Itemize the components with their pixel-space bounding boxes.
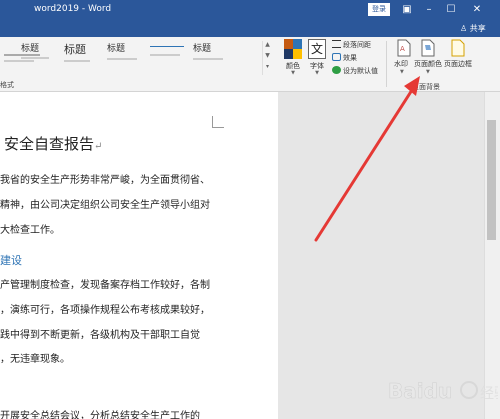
document-line: 开展安全总结会议，分析总结安全生产工作的 bbox=[0, 411, 200, 419]
paragraph-mark-icon: ↵ bbox=[94, 141, 103, 152]
ribbon-display-icon[interactable]: ▣ bbox=[400, 2, 414, 18]
style-item[interactable]: 标题 bbox=[189, 40, 235, 76]
style-preview-line bbox=[64, 60, 90, 62]
watermark-label: 水印 bbox=[394, 60, 408, 68]
style-preview-line bbox=[107, 58, 137, 60]
dropdown-arrow-icon: ▼ bbox=[400, 69, 404, 75]
maximize-icon[interactable]: ☐ bbox=[444, 2, 458, 18]
person-icon: ♙ bbox=[460, 24, 468, 33]
svg-text:经验: 经验 bbox=[480, 386, 498, 402]
paragraph-spacing-icon bbox=[332, 40, 341, 48]
share-button[interactable]: ♙ 共享 bbox=[460, 23, 486, 34]
page-color-button[interactable]: 页面颜色 ▼ bbox=[413, 39, 443, 83]
font-icon: 文 bbox=[308, 39, 326, 59]
watermark-button[interactable]: A 水印 ▼ bbox=[392, 39, 414, 83]
ribbon: 标题 标题 标题 标题 ▲ ▼ ▾ 格式 颜色 ▼ 文 字体 ▼ 段落间距 效果… bbox=[0, 37, 500, 92]
document-line: 大检查工作。 bbox=[0, 225, 60, 236]
paragraph-spacing-button[interactable]: 段落间距 bbox=[332, 40, 371, 52]
color-swatch bbox=[293, 39, 302, 49]
style-preview-line bbox=[21, 57, 49, 59]
design-options: 段落间距 效果 设为默认值 bbox=[332, 40, 382, 78]
scroll-down-icon[interactable]: ▼ bbox=[263, 52, 272, 63]
window-title: word2019 - Word bbox=[34, 4, 112, 14]
style-preview-line bbox=[150, 54, 180, 56]
style-item[interactable]: 标题 bbox=[17, 40, 63, 76]
dropdown-arrow-icon: ▼ bbox=[426, 69, 430, 75]
document-line: 我省的安全生产形势非常严峻，为全面贯彻省、 bbox=[0, 175, 210, 186]
style-gallery: 标题 标题 标题 标题 bbox=[0, 40, 256, 76]
scroll-up-icon[interactable]: ▲ bbox=[263, 41, 272, 52]
group-label-page-background: 页面背景 bbox=[412, 83, 440, 91]
document-line: 践中得到不断更新，各级机构及干部职工自觉 bbox=[0, 330, 200, 341]
document-title: 安全自查报告↵ bbox=[4, 133, 102, 154]
document-line: 精神，由公司决定组织公司安全生产领导小组对 bbox=[0, 200, 210, 211]
page-color-icon bbox=[421, 39, 435, 57]
document-title-text: 安全自查报告 bbox=[4, 135, 95, 153]
page-border-button[interactable]: 页面边框 bbox=[444, 39, 474, 83]
more-icon[interactable]: ▾ bbox=[263, 63, 272, 74]
group-separator bbox=[386, 41, 387, 87]
checkmark-icon bbox=[332, 66, 341, 74]
effects-label: 效果 bbox=[343, 54, 357, 62]
fonts-button[interactable]: 文 字体 ▼ bbox=[306, 39, 328, 77]
style-label: 标题 bbox=[107, 44, 126, 54]
margin-corner-mark bbox=[212, 116, 224, 128]
login-button[interactable]: 登录 bbox=[368, 3, 390, 16]
page-border-label: 页面边框 bbox=[444, 60, 472, 68]
style-label: 标题 bbox=[21, 44, 40, 54]
dropdown-arrow-icon: ▼ bbox=[291, 70, 295, 76]
ribbon-tab-row: ♙ 共享 bbox=[0, 20, 500, 37]
gallery-scroll[interactable]: ▲ ▼ ▾ bbox=[262, 41, 272, 75]
document-heading: 建设 bbox=[0, 254, 22, 267]
svg-text:Baidu: Baidu bbox=[388, 379, 452, 403]
set-default-button[interactable]: 设为默认值 bbox=[332, 66, 378, 78]
color-swatch bbox=[284, 49, 293, 59]
scrollbar-thumb[interactable] bbox=[487, 120, 496, 240]
style-preview-line bbox=[193, 58, 223, 60]
share-label: 共享 bbox=[469, 24, 486, 33]
set-default-label: 设为默认值 bbox=[343, 67, 378, 75]
style-preview-line bbox=[150, 46, 184, 47]
style-label: 标题 bbox=[64, 43, 86, 56]
baidu-watermark-logo: Baidu 经验 bbox=[388, 379, 498, 404]
watermark-icon: A bbox=[397, 39, 411, 57]
close-icon[interactable]: ✕ bbox=[470, 2, 484, 18]
page-color-label: 页面颜色 bbox=[414, 60, 442, 68]
style-label: 标题 bbox=[193, 44, 212, 54]
effects-button[interactable]: 效果 bbox=[332, 53, 357, 65]
page-border-icon bbox=[451, 39, 465, 57]
svg-text:A: A bbox=[400, 45, 405, 53]
title-bar: word2019 - Word 登录 ▣ – ☐ ✕ bbox=[0, 0, 500, 20]
document-line: ，演练可行，各项操作规程公布考核成果较好， bbox=[0, 305, 210, 316]
colors-button[interactable]: 颜色 ▼ bbox=[282, 39, 304, 77]
paragraph-spacing-label: 段落间距 bbox=[343, 41, 371, 49]
style-item[interactable] bbox=[146, 40, 192, 76]
minimize-icon[interactable]: – bbox=[422, 2, 436, 18]
dropdown-arrow-icon: ▼ bbox=[315, 70, 319, 76]
document-line: ，无违章现象。 bbox=[0, 354, 70, 365]
style-item[interactable]: 标题 bbox=[60, 40, 106, 76]
effects-icon bbox=[332, 53, 341, 61]
document-line: 产管理制度检查，发现备案存档工作较好，各制 bbox=[0, 280, 210, 291]
group-label-format: 格式 bbox=[0, 81, 14, 89]
style-item[interactable]: 标题 bbox=[103, 40, 149, 76]
color-swatch bbox=[284, 39, 293, 49]
color-swatch bbox=[293, 49, 302, 59]
